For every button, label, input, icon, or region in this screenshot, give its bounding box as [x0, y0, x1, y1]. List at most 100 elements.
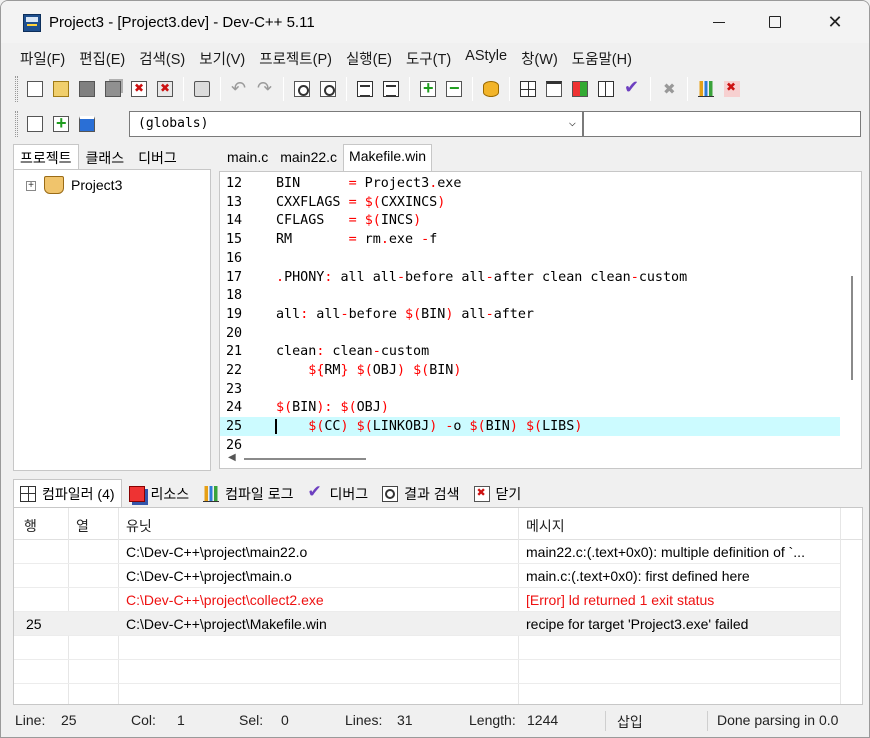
line-number: 18: [226, 288, 243, 304]
menu-window[interactable]: 창(W): [514, 45, 565, 71]
menu-search[interactable]: 검색(S): [132, 45, 192, 71]
printer-icon: [194, 81, 210, 97]
function-combobox[interactable]: [583, 111, 861, 137]
tree-expand-icon[interactable]: +: [26, 181, 36, 191]
menu-project[interactable]: 프로젝트(P): [252, 45, 339, 71]
menu-view[interactable]: 보기(V): [192, 45, 252, 71]
find-button[interactable]: [291, 78, 313, 100]
menu-execute[interactable]: 실행(E): [339, 45, 399, 71]
undo-button[interactable]: ↶: [228, 78, 250, 100]
run-button[interactable]: [543, 78, 565, 100]
line-number: 16: [226, 250, 243, 266]
menu-help[interactable]: 도움말(H): [565, 45, 639, 71]
syntax-check-button[interactable]: [621, 77, 643, 100]
tab-main22-c[interactable]: main22.c: [274, 144, 343, 171]
new-class-button[interactable]: [24, 113, 46, 135]
open-button[interactable]: [50, 78, 72, 100]
remove-from-project-button[interactable]: [443, 78, 465, 100]
tab-debug-output[interactable]: 디버그: [300, 479, 375, 507]
code-line[interactable]: 16: [220, 249, 840, 268]
insert-button[interactable]: [50, 113, 72, 135]
chevron-down-icon[interactable]: ⌵: [569, 115, 576, 129]
menu-file[interactable]: 파일(F): [13, 45, 72, 71]
maximize-button[interactable]: [747, 1, 803, 43]
status-separator: [707, 711, 708, 731]
main-toolbar: ↶ ↷: [15, 72, 861, 106]
delete-profile-icon: [724, 80, 740, 97]
close-all-button[interactable]: [154, 78, 176, 100]
new-file-button[interactable]: [24, 78, 46, 100]
close-icon: ✕: [827, 11, 843, 32]
status-lines-value: 31: [397, 712, 413, 728]
stop-execution-button[interactable]: [658, 78, 680, 100]
delete-profile-button[interactable]: [721, 78, 743, 100]
bookmark-button[interactable]: [76, 113, 98, 135]
replace-button[interactable]: [317, 78, 339, 100]
scroll-thumb[interactable]: [851, 276, 853, 380]
code-line[interactable]: 21 clean: clean-custom: [220, 342, 840, 361]
table-row[interactable]: C:\Dev-C++\project\collect2.exe [Error] l…: [14, 588, 840, 612]
tab-makefile-win[interactable]: Makefile.win: [343, 144, 433, 171]
code-line[interactable]: 23: [220, 380, 840, 399]
redo-button[interactable]: ↷: [254, 78, 276, 100]
close-file-button[interactable]: [128, 78, 150, 100]
rebuild-all-button[interactable]: [595, 78, 617, 100]
tab-close[interactable]: 닫기: [467, 479, 529, 507]
status-line-value: 25: [61, 712, 77, 728]
minimize-button[interactable]: [691, 1, 747, 43]
profile-button[interactable]: [695, 78, 717, 100]
code-line[interactable]: 22 ${RM} $(OBJ) $(BIN): [220, 361, 840, 380]
tree-item-project[interactable]: Project3: [71, 177, 122, 193]
add-to-project-button[interactable]: [417, 78, 439, 100]
project-options-button[interactable]: [480, 78, 502, 100]
column-header-message[interactable]: 메시지: [526, 516, 565, 536]
line-number: 17: [226, 269, 243, 285]
table-row[interactable]: C:\Dev-C++\project\main.o main.c:(.text+0…: [14, 564, 840, 588]
toolbar-grip[interactable]: [15, 111, 18, 137]
menu-edit[interactable]: 편집(E): [72, 45, 132, 71]
bar-chart-icon: [203, 485, 220, 502]
column-header-unit[interactable]: 유닛: [126, 516, 152, 536]
menu-tools[interactable]: 도구(T): [399, 45, 458, 71]
unindent-button[interactable]: [380, 78, 402, 100]
horizontal-scrollbar[interactable]: ◀: [220, 450, 845, 468]
save-all-button[interactable]: [102, 78, 124, 100]
tab-classes[interactable]: 클래스: [79, 144, 132, 170]
save-button[interactable]: [76, 78, 98, 100]
code-line[interactable]: 15 RM = rm.exe -f: [220, 230, 840, 249]
scroll-left-icon[interactable]: ◀: [228, 452, 236, 463]
tab-debug[interactable]: 디버그: [131, 144, 184, 170]
code-line[interactable]: 19 all: all-before $(BIN) all-after: [220, 305, 840, 324]
table-row[interactable]: 25 C:\Dev-C++\project\Makefile.win recipe …: [14, 612, 840, 636]
close-button[interactable]: ✕: [807, 1, 863, 43]
compile-run-button[interactable]: [569, 78, 591, 100]
table-row[interactable]: C:\Dev-C++\project\main22.o main22.c:(.te…: [14, 540, 840, 564]
status-separator: [605, 711, 606, 731]
tab-compile-log[interactable]: 컴파일 로그: [196, 479, 300, 507]
code-editor[interactable]: 12 BIN = Project3.exe 13 CXXFLAGS = $(CXXIN…: [219, 171, 862, 469]
globals-combobox[interactable]: (globals) ⌵: [129, 111, 583, 137]
compile-button[interactable]: [517, 78, 539, 100]
column-header-line[interactable]: 행: [24, 516, 37, 536]
tab-main-c[interactable]: main.c: [221, 144, 274, 171]
scroll-thumb[interactable]: [244, 458, 366, 460]
code-line[interactable]: 24 $(BIN): $(OBJ): [220, 398, 840, 417]
code-line[interactable]: 17 .PHONY: all all-before all-after clean…: [220, 268, 840, 287]
tab-find-results[interactable]: 결과 검색: [375, 479, 466, 507]
vertical-scrollbar[interactable]: [843, 172, 861, 452]
menu-astyle[interactable]: AStyle: [458, 45, 514, 71]
code-line[interactable]: 12 BIN = Project3.exe: [220, 174, 840, 193]
tab-label: 닫기: [495, 485, 522, 502]
code-line[interactable]: 13 CXXFLAGS = $(CXXINCS): [220, 193, 840, 212]
tab-resources[interactable]: 리소스: [122, 479, 197, 507]
code-line[interactable]: 14 CFLAGS = $(INCS): [220, 211, 840, 230]
code-line[interactable]: 18: [220, 286, 840, 305]
tab-compiler[interactable]: 컴파일러 (4): [13, 479, 122, 507]
code-line[interactable]: 20: [220, 324, 840, 343]
print-button[interactable]: [191, 78, 213, 100]
toolbar-grip[interactable]: [15, 76, 18, 102]
tab-project[interactable]: 프로젝트: [13, 144, 79, 170]
code-line[interactable]: 25 $(CC) $(LINKOBJ) -o $(BIN) $(LIBS): [220, 417, 840, 437]
indent-button[interactable]: [354, 78, 376, 100]
column-header-col[interactable]: 열: [76, 516, 89, 536]
